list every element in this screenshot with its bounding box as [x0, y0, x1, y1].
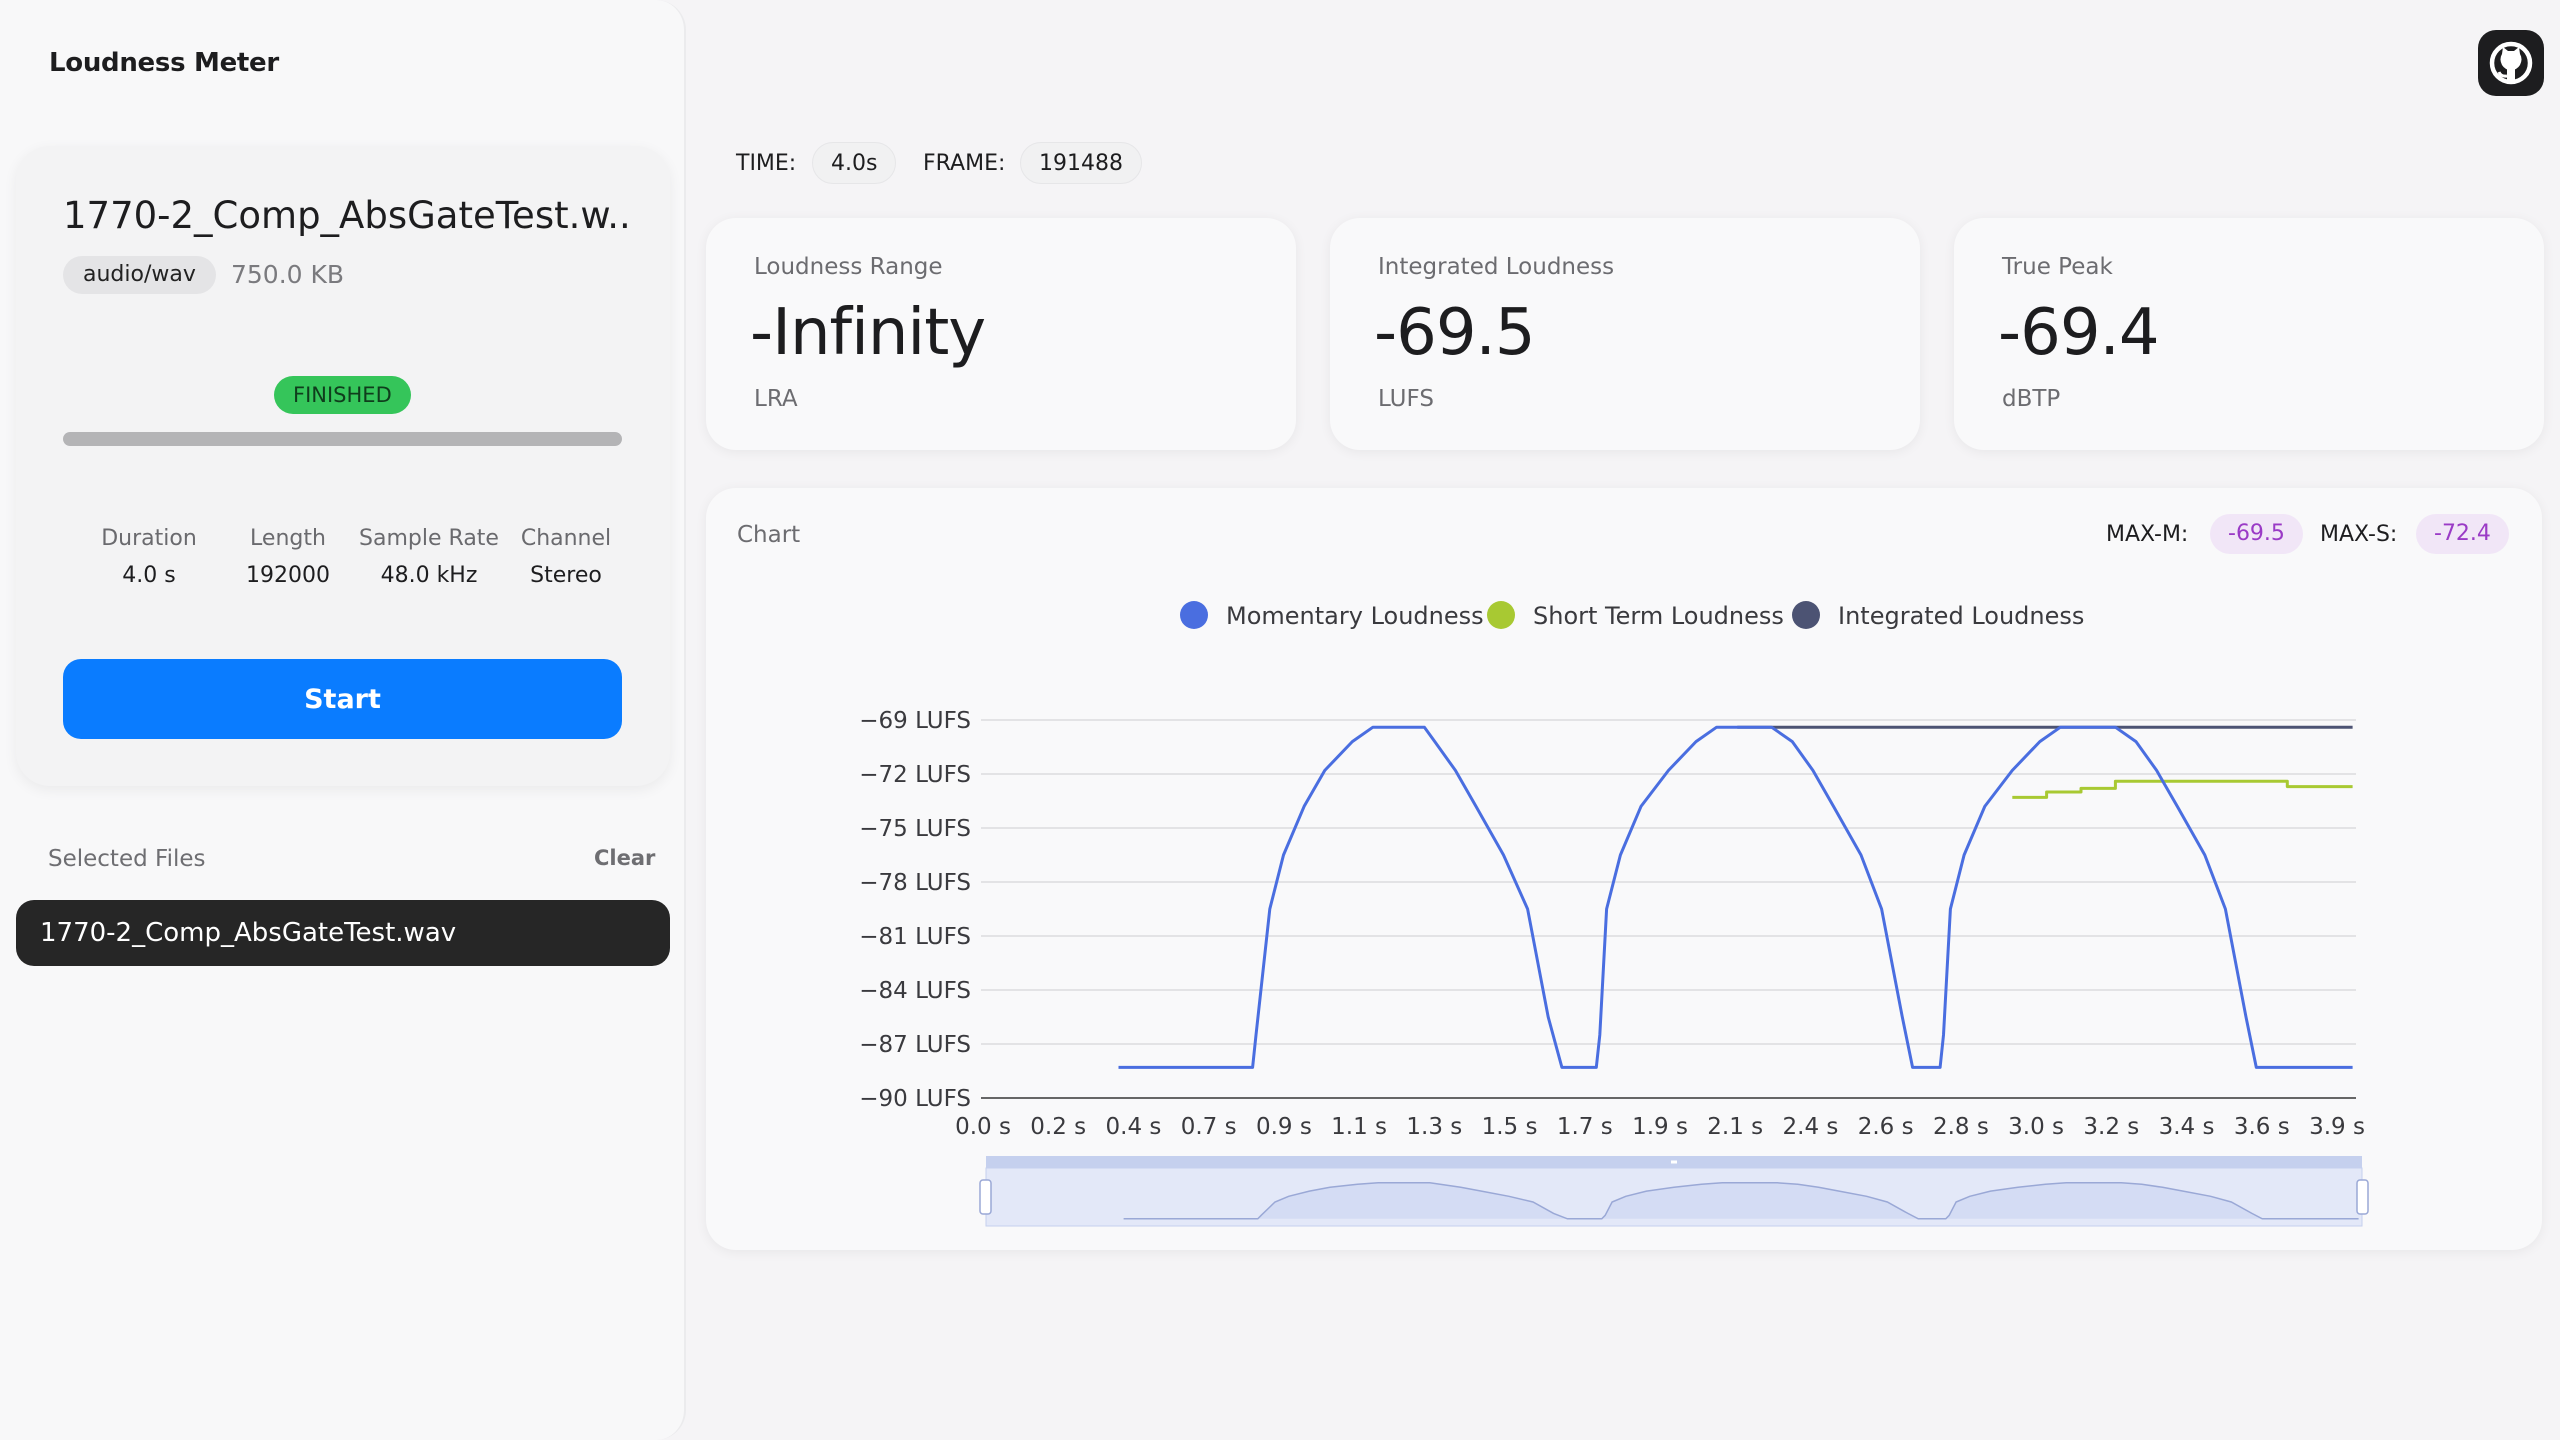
legend-marker [1180, 601, 1208, 629]
sidebar: Loudness Meter 1770-2_Comp_AbsGateTest.w… [0, 0, 686, 1440]
meta-label: Channel [520, 526, 612, 551]
selected-files-label: Selected Files [48, 846, 206, 872]
x-tick-label: 3.0 s [2008, 1114, 2064, 1140]
progress-bar [63, 432, 622, 446]
x-tick-label: 3.2 s [2083, 1114, 2139, 1140]
time-label: TIME: [736, 151, 797, 176]
legend-marker [1792, 601, 1820, 629]
chart-card: Chart MAX-M: -69.5 MAX-S: -72.4 Momentar… [706, 488, 2542, 1250]
frame-label: FRAME: [923, 151, 1006, 176]
stat-value: -Infinity [750, 296, 986, 370]
stat-unit: LRA [754, 386, 798, 412]
legend-label: Momentary Loudness [1226, 602, 1484, 630]
series-line [1118, 725, 2353, 1069]
selected-file-item[interactable]: 1770-2_Comp_AbsGateTest.wav [16, 900, 670, 966]
meta-channel: Channel Stereo [491, 526, 641, 588]
true-peak-card: True Peak -69.4 dBTP [1954, 218, 2544, 450]
x-tick-label: 3.4 s [2159, 1114, 2215, 1140]
progress-fill [63, 432, 622, 446]
legend-label: Integrated Loudness [1838, 602, 2084, 630]
x-tick-label: 3.9 s [2309, 1114, 2365, 1140]
x-tick-label: 3.6 s [2234, 1114, 2290, 1140]
x-tick-label: 1.1 s [1331, 1114, 1387, 1140]
y-tick-label: −81 LUFS [859, 924, 971, 950]
y-tick-label: −87 LUFS [859, 1032, 971, 1058]
y-tick-label: −69 LUFS [859, 708, 971, 734]
stat-unit: LUFS [1378, 386, 1434, 412]
x-tick-label: 0.9 s [1256, 1114, 1312, 1140]
time-value: 4.0s [812, 142, 897, 184]
x-tick-label: 1.3 s [1406, 1114, 1462, 1140]
zoom-handle-left[interactable] [979, 1179, 992, 1215]
github-button[interactable] [2478, 30, 2544, 96]
x-tick-label: 0.7 s [1181, 1114, 1237, 1140]
y-tick-label: −75 LUFS [859, 816, 971, 842]
frame-value: 191488 [1020, 142, 1142, 184]
loudness-chart[interactable]: Momentary Loudness Short Term Loudness Int… [706, 488, 2542, 1250]
github-icon [2489, 41, 2533, 85]
file-name: 1770-2_Comp_AbsGateTest.w... [63, 194, 633, 237]
x-tick-label: 2.6 s [1858, 1114, 1914, 1140]
meta-value: Stereo [530, 563, 602, 588]
integrated-loudness-card: Integrated Loudness -69.5 LUFS [1330, 218, 1920, 450]
meta-value: 4.0 s [122, 563, 176, 588]
status-badge: FINISHED [274, 376, 411, 414]
stat-title: Loudness Range [754, 254, 943, 280]
stat-value: -69.4 [1998, 296, 2160, 370]
y-tick-label: −84 LUFS [859, 978, 971, 1004]
stat-unit: dBTP [2002, 386, 2061, 412]
stat-title: Integrated Loudness [1378, 254, 1615, 280]
zoom-handle-right[interactable] [2356, 1179, 2369, 1215]
stat-value: -69.5 [1374, 296, 1536, 370]
app-title: Loudness Meter [49, 48, 279, 78]
x-tick-label: 1.5 s [1482, 1114, 1538, 1140]
meta-duration: Duration 4.0 s [74, 526, 224, 588]
y-tick-label: −72 LUFS [859, 762, 971, 788]
file-card: 1770-2_Comp_AbsGateTest.w... audio/wav 7… [16, 146, 670, 786]
file-size: 750.0 KB [231, 260, 345, 289]
mime-badge: audio/wav [63, 256, 216, 294]
x-tick-label: 0.4 s [1106, 1114, 1162, 1140]
y-tick-label: −90 LUFS [859, 1086, 971, 1112]
x-tick-label: 2.1 s [1707, 1114, 1763, 1140]
x-tick-label: 1.7 s [1557, 1114, 1613, 1140]
legend-label: Short Term Loudness [1533, 602, 1784, 630]
x-tick-label: 0.2 s [1030, 1114, 1086, 1140]
legend-marker [1487, 601, 1515, 629]
x-tick-label: 0.0 s [955, 1114, 1011, 1140]
x-tick-label: 2.4 s [1783, 1114, 1839, 1140]
clear-button[interactable]: Clear [594, 846, 655, 870]
stat-title: True Peak [2002, 254, 2113, 280]
x-tick-label: 1.9 s [1632, 1114, 1688, 1140]
start-button[interactable]: Start [63, 659, 622, 739]
series-line [2012, 779, 2353, 799]
x-tick-label: 2.8 s [1933, 1114, 1989, 1140]
data-zoom-slider[interactable] [979, 1156, 2369, 1227]
loudness-range-card: Loudness Range -Infinity LRA [706, 218, 1296, 450]
meta-label: Duration [101, 526, 197, 551]
y-tick-label: −78 LUFS [859, 870, 971, 896]
